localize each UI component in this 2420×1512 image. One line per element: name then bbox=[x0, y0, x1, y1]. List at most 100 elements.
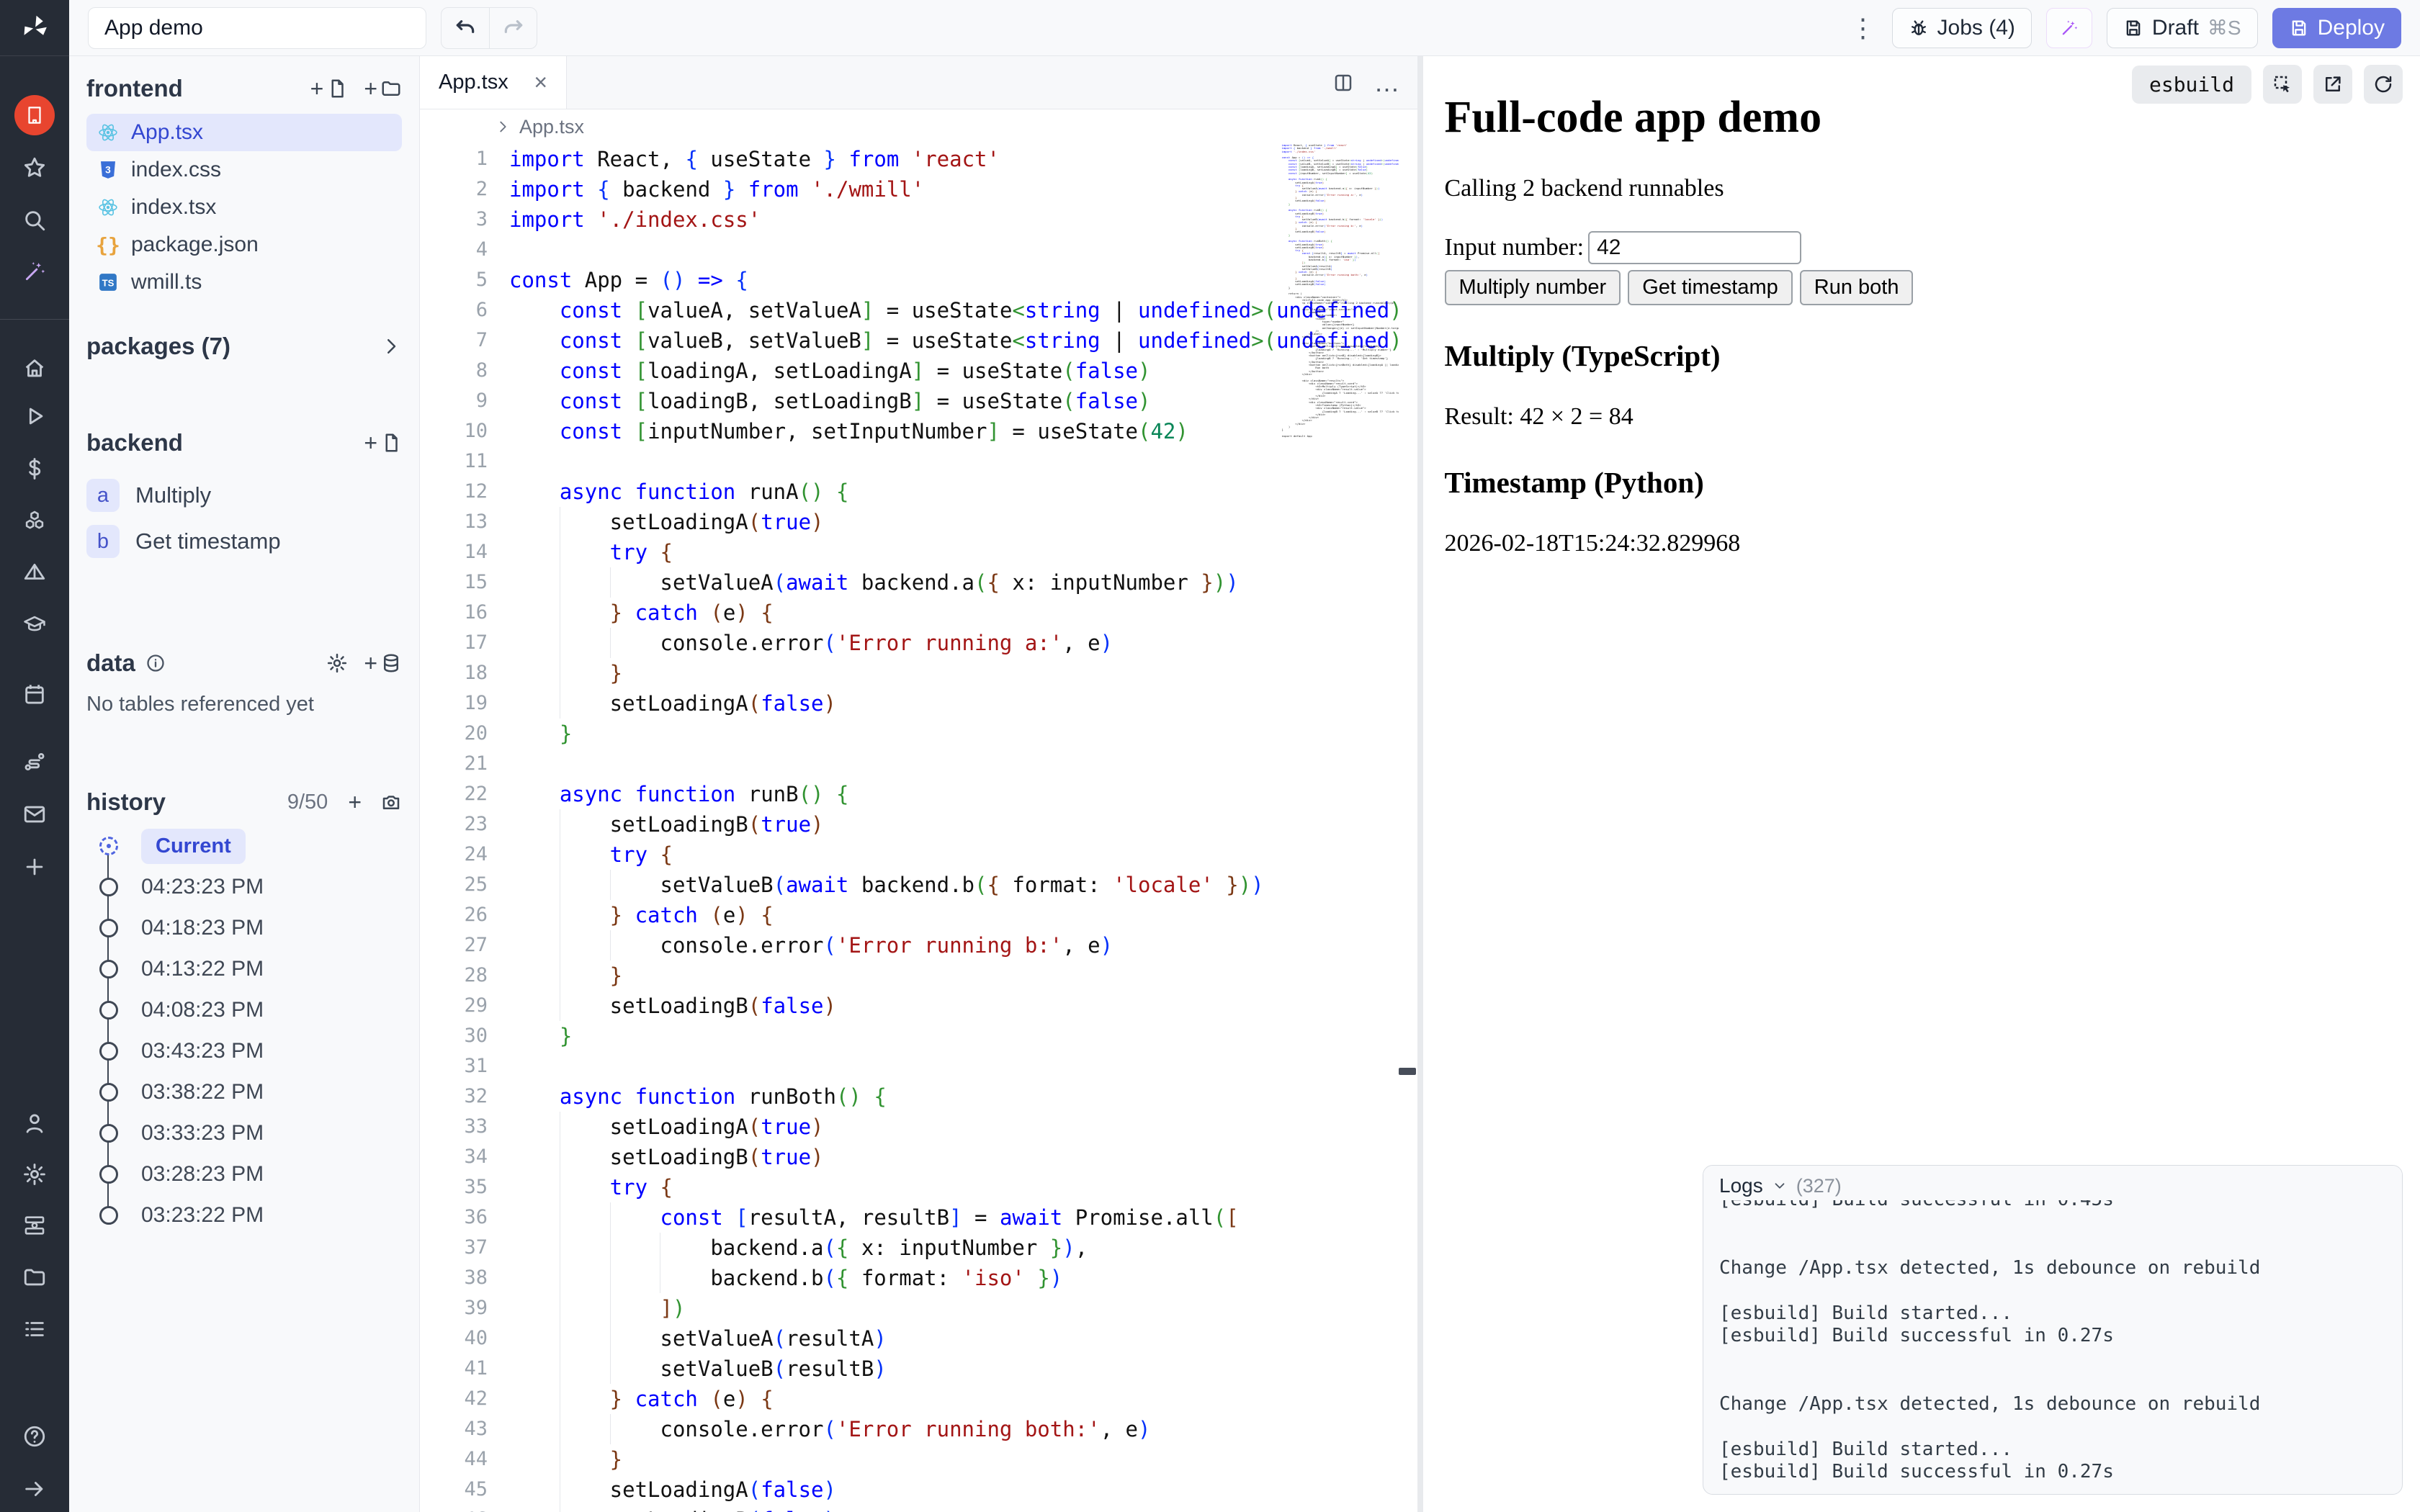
history-entry[interactable]: 03:33:23 PM bbox=[99, 1117, 402, 1149]
code-line-28[interactable]: 28} bbox=[420, 960, 1417, 991]
history-entry[interactable]: 04:08:23 PM bbox=[99, 994, 402, 1026]
packages-section[interactable]: packages (7) bbox=[86, 333, 402, 360]
code-line-8[interactable]: 8const [loadingA, setLoadingA] = useStat… bbox=[420, 356, 1417, 386]
file-item-package-json[interactable]: {}package.json bbox=[86, 226, 402, 264]
code-line-30[interactable]: 30} bbox=[420, 1021, 1417, 1051]
file-item-app-tsx[interactable]: App.tsx bbox=[86, 114, 402, 151]
route-icon[interactable] bbox=[20, 747, 49, 776]
code-line-1[interactable]: 1import React, { useState } from 'react' bbox=[420, 144, 1417, 174]
history-entry[interactable]: 03:28:23 PM bbox=[99, 1158, 402, 1190]
history-entry[interactable]: 04:13:22 PM bbox=[99, 953, 402, 985]
code-line-21[interactable]: 21 bbox=[420, 749, 1417, 779]
prism-icon[interactable] bbox=[20, 558, 49, 587]
history-entry[interactable]: 03:43:23 PM bbox=[99, 1035, 402, 1067]
history-entry[interactable]: 04:23:23 PM bbox=[99, 871, 402, 903]
runnable-item-b[interactable]: bGet timestamp bbox=[86, 518, 402, 564]
code-line-27[interactable]: 27console.error('Error running b:', e) bbox=[420, 930, 1417, 960]
add-file-icon[interactable]: + bbox=[310, 76, 349, 102]
home-icon[interactable] bbox=[20, 354, 49, 383]
star-icon[interactable] bbox=[20, 153, 49, 182]
code-line-42[interactable]: 42} catch (e) { bbox=[420, 1384, 1417, 1414]
more-menu-icon[interactable]: ⋮ bbox=[1849, 13, 1878, 43]
history-entry[interactable]: 03:23:22 PM bbox=[99, 1200, 402, 1231]
apps-icon[interactable] bbox=[14, 95, 55, 135]
help-icon[interactable] bbox=[20, 1422, 49, 1451]
file-item-index-tsx[interactable]: index.tsx bbox=[86, 189, 402, 226]
history-entry[interactable]: 03:38:22 PM bbox=[99, 1076, 402, 1108]
code-line-34[interactable]: 34setLoadingB(true) bbox=[420, 1142, 1417, 1172]
tab-app-tsx[interactable]: App.tsx × bbox=[420, 56, 567, 109]
code-line-46[interactable]: 46setLoadingB(false) bbox=[420, 1505, 1417, 1512]
file-item-index-css[interactable]: 3index.css bbox=[86, 151, 402, 189]
history-current[interactable]: Current bbox=[99, 830, 402, 862]
file-item-wmill-ts[interactable]: TSwmill.ts bbox=[86, 264, 402, 301]
calendar-icon[interactable] bbox=[20, 680, 49, 708]
inspect-select-icon[interactable] bbox=[2263, 65, 2302, 104]
history-entry[interactable]: 04:18:23 PM bbox=[99, 912, 402, 944]
code-line-9[interactable]: 9const [loadingB, setLoadingB] = useStat… bbox=[420, 386, 1417, 416]
code-line-37[interactable]: 37backend.a({ x: inputNumber }), bbox=[420, 1233, 1417, 1263]
code-line-44[interactable]: 44} bbox=[420, 1444, 1417, 1475]
code-line-32[interactable]: 32async function runBoth() { bbox=[420, 1081, 1417, 1112]
editor-more-icon[interactable]: … bbox=[1374, 68, 1402, 98]
code-line-13[interactable]: 13setLoadingA(true) bbox=[420, 507, 1417, 537]
code-line-16[interactable]: 16} catch (e) { bbox=[420, 598, 1417, 628]
camera-icon[interactable] bbox=[380, 791, 402, 813]
code-line-25[interactable]: 25setValueB(await backend.b({ format: 'l… bbox=[420, 870, 1417, 900]
code-line-15[interactable]: 15setValueA(await backend.a({ x: inputNu… bbox=[420, 567, 1417, 598]
code-line-41[interactable]: 41setValueB(resultB) bbox=[420, 1354, 1417, 1384]
undo-button[interactable] bbox=[442, 8, 489, 48]
add-database-icon[interactable]: + bbox=[364, 650, 402, 677]
code-line-19[interactable]: 19setLoadingA(false) bbox=[420, 688, 1417, 719]
minimap[interactable]: import React, { useState } from 'react'i… bbox=[1282, 144, 1399, 461]
search-icon[interactable] bbox=[20, 206, 49, 235]
code-line-39[interactable]: 39]) bbox=[420, 1293, 1417, 1323]
multiply-number-button[interactable]: Multiply number bbox=[1445, 270, 1621, 305]
get-timestamp-button[interactable]: Get timestamp bbox=[1628, 270, 1793, 305]
gear-icon[interactable] bbox=[20, 1160, 49, 1189]
code-line-4[interactable]: 4 bbox=[420, 235, 1417, 265]
code-line-18[interactable]: 18} bbox=[420, 658, 1417, 688]
runnable-item-a[interactable]: aMultiply bbox=[86, 472, 402, 518]
mail-icon[interactable] bbox=[20, 800, 49, 829]
refresh-icon[interactable] bbox=[2364, 65, 2403, 104]
run-both-button[interactable]: Run both bbox=[1800, 270, 1914, 305]
deploy-button[interactable]: Deploy bbox=[2272, 8, 2401, 48]
code-line-29[interactable]: 29setLoadingB(false) bbox=[420, 991, 1417, 1021]
data-settings-gear-icon[interactable] bbox=[326, 652, 348, 674]
list-icon[interactable] bbox=[20, 1315, 49, 1344]
code-line-22[interactable]: 22async function runB() { bbox=[420, 779, 1417, 809]
code-line-40[interactable]: 40setValueA(resultA) bbox=[420, 1323, 1417, 1354]
graduation-cap-icon[interactable] bbox=[20, 610, 49, 639]
code-line-38[interactable]: 38backend.b({ format: 'iso' }) bbox=[420, 1263, 1417, 1293]
open-external-icon[interactable] bbox=[2313, 65, 2352, 104]
windmill-logo[interactable] bbox=[0, 0, 69, 56]
code-line-23[interactable]: 23setLoadingB(true) bbox=[420, 809, 1417, 840]
code-line-11[interactable]: 11 bbox=[420, 446, 1417, 477]
chevron-down-icon[interactable] bbox=[1772, 1178, 1788, 1194]
code-line-17[interactable]: 17console.error('Error running a:', e) bbox=[420, 628, 1417, 658]
close-tab-icon[interactable]: × bbox=[534, 69, 547, 96]
breadcrumb[interactable]: App.tsx bbox=[420, 109, 1417, 144]
code-line-2[interactable]: 2import { backend } from './wmill' bbox=[420, 174, 1417, 204]
add-snapshot-icon[interactable]: + bbox=[348, 789, 364, 816]
draft-button[interactable]: Draft ⌘S bbox=[2107, 8, 2258, 48]
arrow-right-icon[interactable] bbox=[20, 1475, 49, 1503]
code-line-7[interactable]: 7const [valueB, setValueB] = useState<st… bbox=[420, 325, 1417, 356]
code-line-45[interactable]: 45setLoadingA(false) bbox=[420, 1475, 1417, 1505]
code-line-26[interactable]: 26} catch (e) { bbox=[420, 900, 1417, 930]
panel-resize-grip[interactable] bbox=[1399, 1068, 1416, 1075]
code-line-36[interactable]: 36const [resultA, resultB] = await Promi… bbox=[420, 1202, 1417, 1233]
magic-wand-icon[interactable] bbox=[20, 257, 49, 286]
dollar-icon[interactable] bbox=[20, 454, 49, 483]
code-line-33[interactable]: 33setLoadingA(true) bbox=[420, 1112, 1417, 1142]
code-line-14[interactable]: 14try { bbox=[420, 537, 1417, 567]
workers-icon[interactable] bbox=[20, 1211, 49, 1240]
add-folder-icon[interactable]: + bbox=[364, 76, 402, 102]
ai-wand-button[interactable] bbox=[2046, 8, 2092, 48]
jobs-button[interactable]: Jobs (4) bbox=[1892, 8, 2032, 48]
user-icon[interactable] bbox=[20, 1109, 49, 1138]
code-line-24[interactable]: 24try { bbox=[420, 840, 1417, 870]
split-view-icon[interactable] bbox=[1332, 72, 1354, 94]
play-icon[interactable] bbox=[20, 402, 49, 431]
